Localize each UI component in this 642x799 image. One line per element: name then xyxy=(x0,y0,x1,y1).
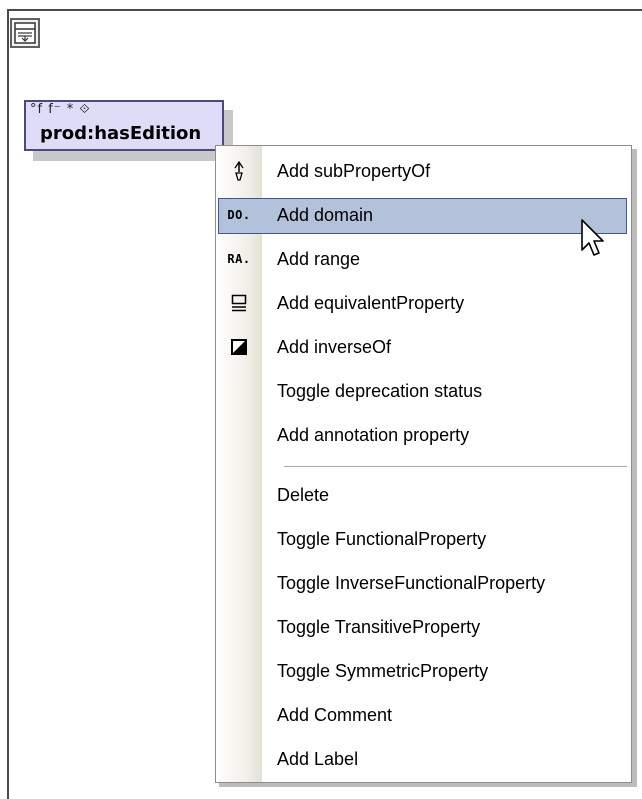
menu-item-label: Toggle InverseFunctionalProperty xyxy=(277,573,546,593)
range-icon: RA. xyxy=(227,252,251,266)
menu-item-label: Toggle TransitiveProperty xyxy=(277,617,481,637)
menu-item-label: Add Label xyxy=(277,749,359,769)
menu-item-label: Toggle deprecation status xyxy=(277,381,483,401)
menu-item-label: Add equivalentProperty xyxy=(277,293,465,313)
menu-item-delete[interactable]: Delete xyxy=(216,474,631,516)
menu-item-toggle-deprecation[interactable]: Toggle deprecation status xyxy=(216,370,631,412)
menu-item-add-comment[interactable]: Add Comment xyxy=(216,694,631,736)
collapse-view-icon xyxy=(14,22,36,44)
canvas-border-top xyxy=(7,9,642,11)
menu-item-label: Add Comment xyxy=(277,705,393,725)
property-flags: °f f⁻ * ⟐ xyxy=(30,102,91,117)
equivalent-property-icon xyxy=(216,282,262,324)
inverse-of-icon xyxy=(216,326,262,368)
ontology-canvas[interactable]: °f f⁻ * ⟐ prod:hasEdition Add subPropert… xyxy=(0,0,642,799)
menu-item-add-range[interactable]: RA. Add range xyxy=(216,238,631,280)
menu-item-label: Add subPropertyOf xyxy=(277,161,431,181)
menu-item-add-inverseof[interactable]: Add inverseOf xyxy=(216,326,631,368)
menu-item-label: Add inverseOf xyxy=(277,337,392,357)
menu-item-label: Toggle FunctionalProperty xyxy=(277,529,487,549)
collapse-view-button[interactable] xyxy=(10,18,40,48)
menu-item-add-equivalentproperty[interactable]: Add equivalentProperty xyxy=(216,282,631,324)
menu-item-add-annotation-property[interactable]: Add annotation property xyxy=(216,414,631,456)
menu-item-add-subpropertyof[interactable]: Add subPropertyOf xyxy=(216,150,631,192)
menu-item-label: Delete xyxy=(277,485,330,505)
property-name: prod:hasEdition xyxy=(40,123,202,144)
subproperty-icon xyxy=(216,150,262,192)
menu-item-toggle-symmetric[interactable]: Toggle SymmetricProperty xyxy=(216,650,631,692)
domain-icon: DO. xyxy=(227,208,251,222)
menu-separator-highlight xyxy=(284,467,627,468)
menu-item-add-domain[interactable]: DO. Add domain xyxy=(216,194,631,236)
menu-item-toggle-functional[interactable]: Toggle FunctionalProperty xyxy=(216,518,631,560)
canvas-border-left xyxy=(7,9,9,799)
context-menu: Add subPropertyOf DO. Add domain RA. Add… xyxy=(215,145,632,783)
menu-item-label: Add range xyxy=(277,249,361,269)
menu-item-label: Add domain xyxy=(277,205,374,225)
menu-item-label: Add annotation property xyxy=(277,425,470,445)
menu-item-toggle-transitive[interactable]: Toggle TransitiveProperty xyxy=(216,606,631,648)
mouse-pointer-icon xyxy=(580,218,606,268)
property-node[interactable]: °f f⁻ * ⟐ prod:hasEdition xyxy=(24,100,224,151)
menu-item-add-label[interactable]: Add Label xyxy=(216,738,631,780)
menu-item-toggle-inverse-functional[interactable]: Toggle InverseFunctionalProperty xyxy=(216,562,631,604)
menu-item-label: Toggle SymmetricProperty xyxy=(277,661,489,681)
